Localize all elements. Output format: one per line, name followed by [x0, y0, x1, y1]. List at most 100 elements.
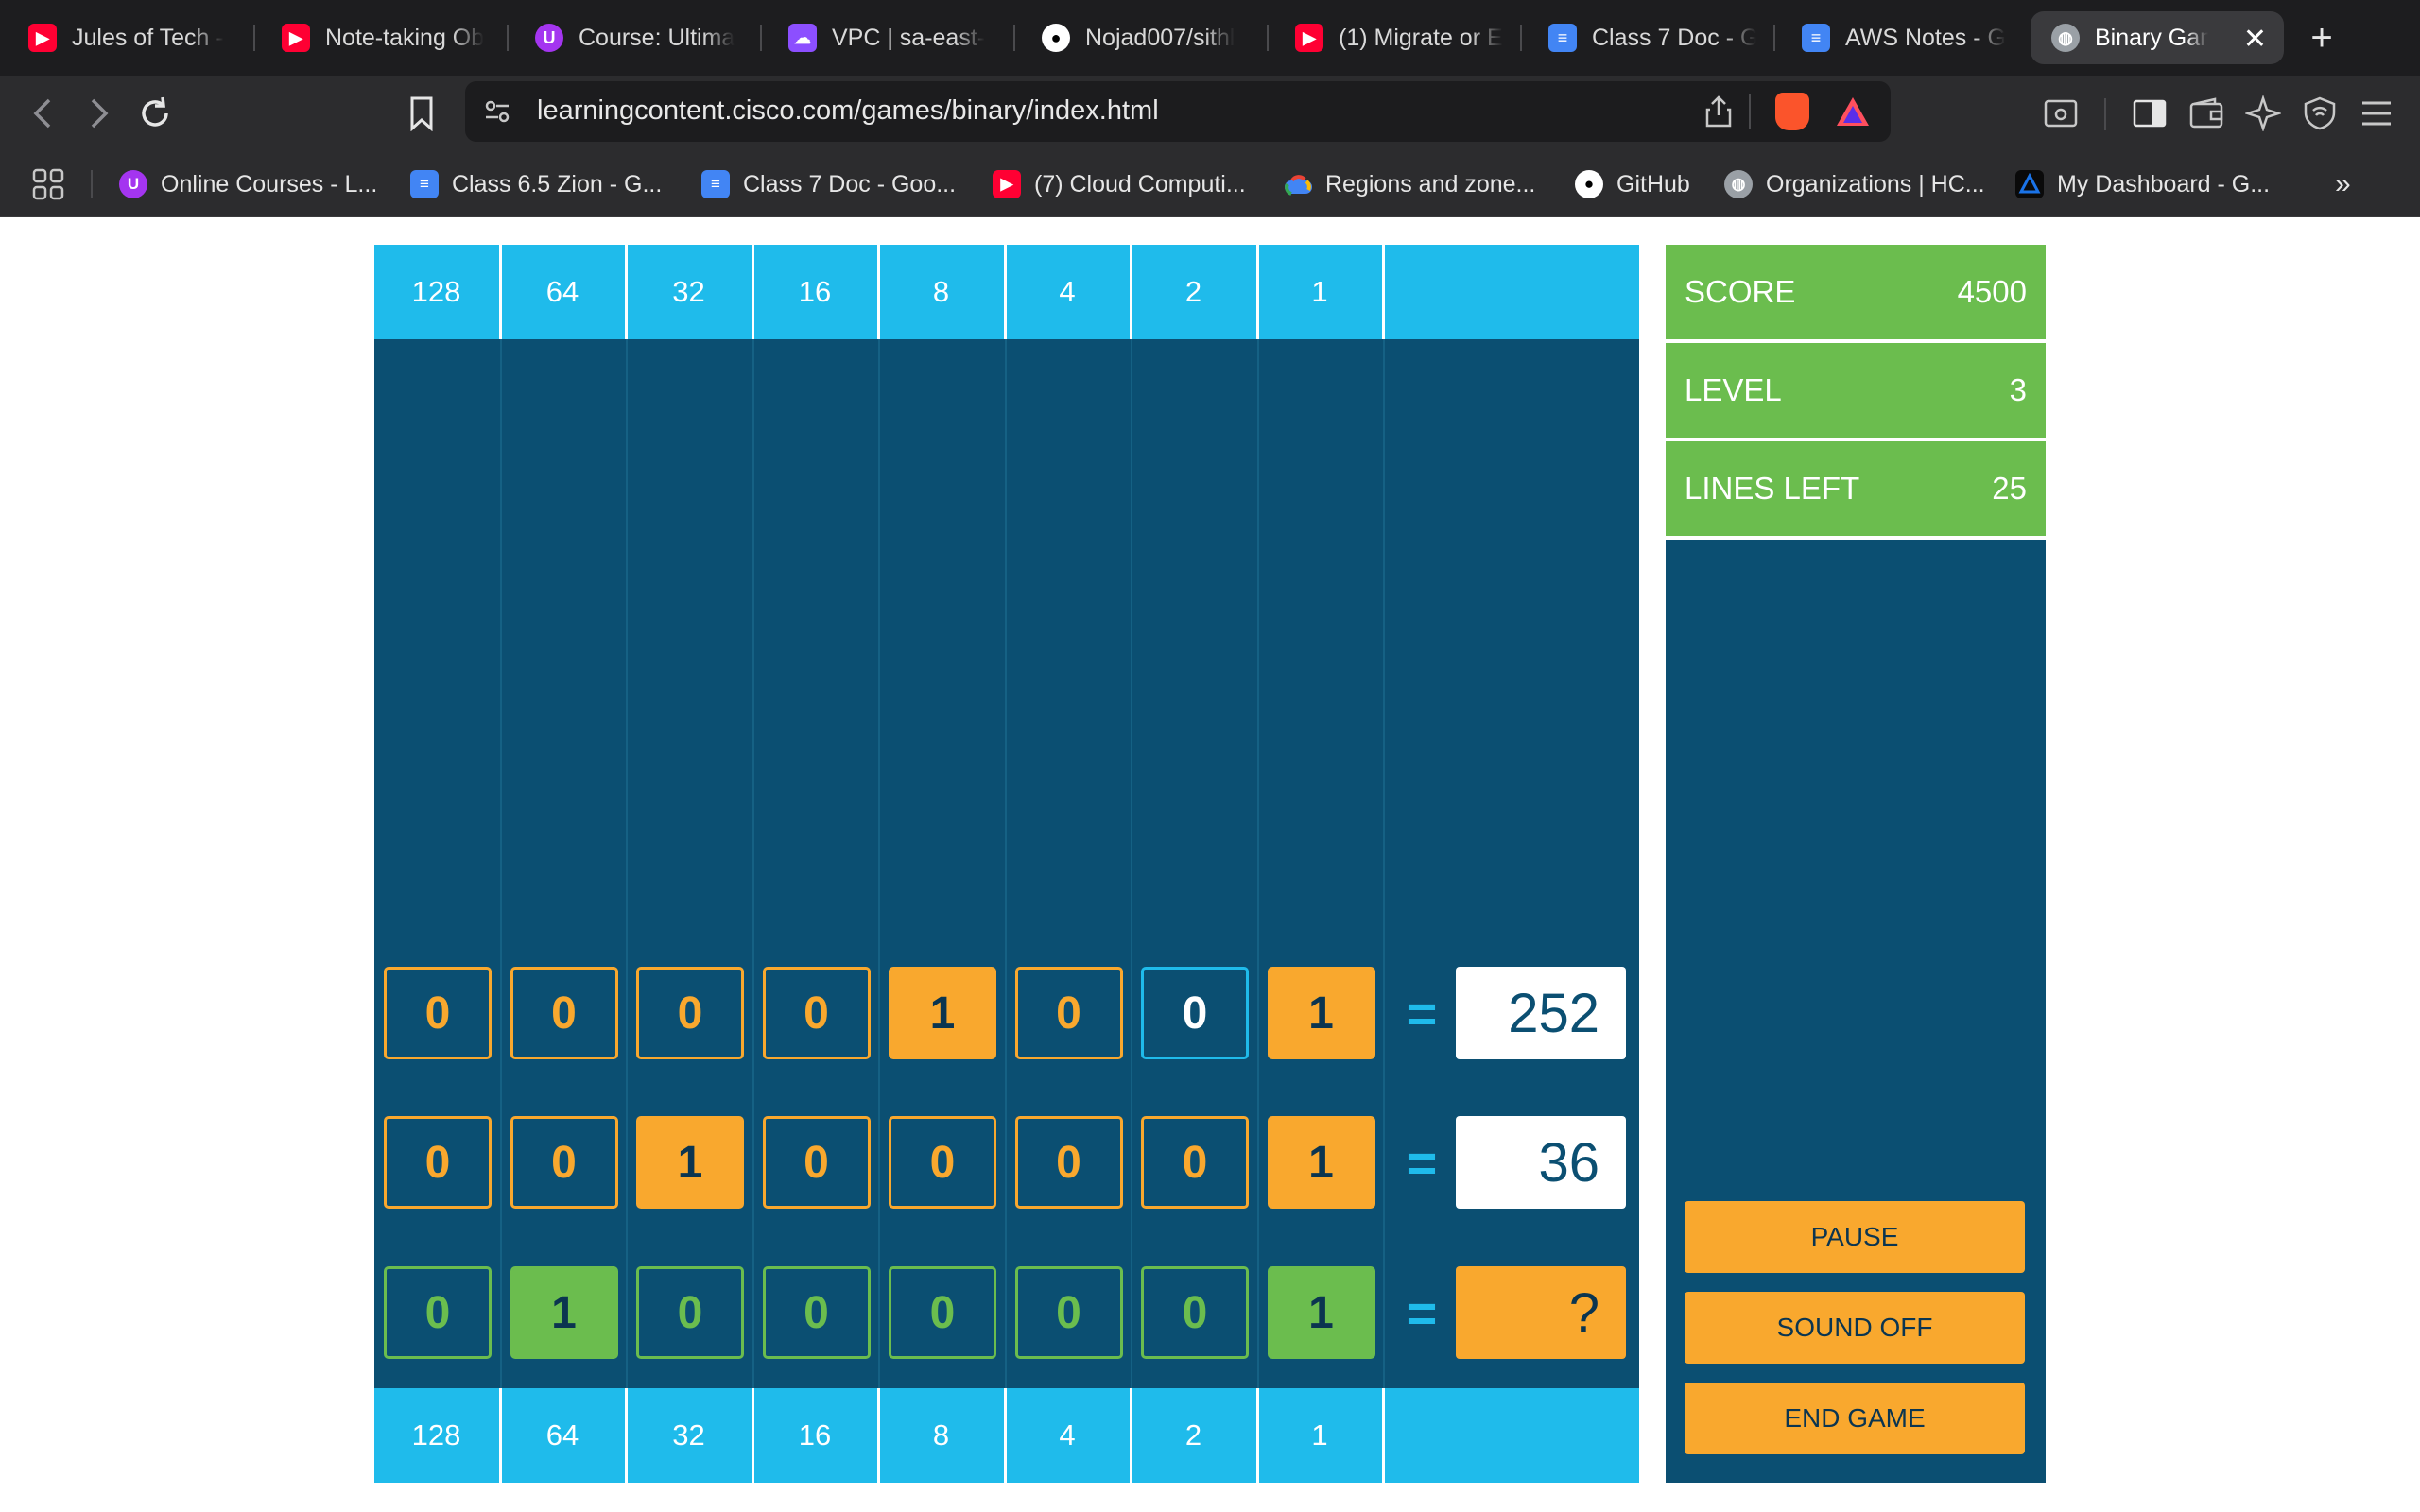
- bit-toggle-row3-128[interactable]: 0: [384, 1266, 492, 1359]
- decimal-answer-input[interactable]: ?: [1456, 1266, 1626, 1359]
- apps-grid-icon[interactable]: [32, 167, 64, 201]
- bit-toggle-row1-64[interactable]: 0: [510, 967, 618, 1059]
- column-divider: [752, 339, 754, 1388]
- wallet-icon[interactable]: [2184, 91, 2229, 136]
- leo-ai-icon[interactable]: [2240, 91, 2286, 136]
- column-divider: [1004, 339, 1007, 1388]
- equals-sign: =: [1406, 1282, 1438, 1343]
- tab-7[interactable]: ≡ AWS Notes - G: [1802, 11, 2010, 64]
- address-bar[interactable]: learningcontent.cisco.com/games/binary/i…: [465, 81, 1891, 142]
- bookmark-label: (7) Cloud Computi...: [1034, 170, 1246, 198]
- tab-label: (1) Migrate or E: [1339, 24, 1503, 51]
- bookmark-icon[interactable]: [399, 91, 444, 136]
- tab-0[interactable]: ▶ Jules of Tech -: [28, 11, 236, 64]
- bit-toggle-row1-2[interactable]: 0: [1141, 967, 1249, 1059]
- tab-active[interactable]: ◍ Binary Gan ✕: [2031, 11, 2284, 64]
- url-text: learningcontent.cisco.com/games/binary/i…: [537, 95, 1159, 126]
- tab-2[interactable]: U Course: Ultima: [535, 11, 743, 64]
- score-label: SCORE: [1685, 274, 1796, 309]
- youtube-icon: ▶: [282, 24, 310, 52]
- google-docs-icon: ≡: [1548, 24, 1577, 52]
- tab-6[interactable]: ≡ Class 7 Doc - G: [1548, 11, 1756, 64]
- bit-toggle-row2-2[interactable]: 0: [1141, 1116, 1249, 1209]
- tab-3[interactable]: ☁ VPC | sa-east-: [788, 11, 996, 64]
- bookmark-1[interactable]: ≡ Class 6.5 Zion - G...: [410, 167, 662, 201]
- bit-toggle-row3-16[interactable]: 0: [762, 1266, 871, 1359]
- decimal-value: 36: [1456, 1116, 1626, 1209]
- bit-toggle-row3-64[interactable]: 1: [510, 1266, 618, 1359]
- bit-toggle-row3-32[interactable]: 0: [636, 1266, 744, 1359]
- place-value-bottom-1: 1: [1311, 1418, 1328, 1452]
- tab-label: Class 7 Doc - G: [1592, 24, 1756, 51]
- sidebar-icon[interactable]: [2127, 91, 2172, 136]
- new-tab-button[interactable]: +: [2295, 11, 2348, 64]
- bookmark-3[interactable]: ▶ (7) Cloud Computi...: [993, 167, 1246, 201]
- bookmark-4[interactable]: Regions and zone...: [1284, 167, 1535, 201]
- brave-shields-icon[interactable]: [1775, 93, 1809, 130]
- place-value-bottom-4: 4: [1059, 1418, 1076, 1452]
- column-divider: [499, 339, 502, 1388]
- place-value-bottom-64: 64: [545, 1418, 579, 1452]
- reader-mode-icon[interactable]: [2038, 91, 2083, 136]
- bit-toggle-row3-8[interactable]: 0: [889, 1266, 996, 1359]
- bookmark-0[interactable]: U Online Courses - L...: [119, 167, 377, 201]
- bookmark-label: Organizations | HC...: [1766, 170, 1985, 198]
- tab-5[interactable]: ▶ (1) Migrate or E: [1295, 11, 1503, 64]
- brave-rewards-icon[interactable]: [1834, 94, 1872, 133]
- tab-4[interactable]: ● Nojad007/sithl: [1042, 11, 1250, 64]
- level-label: LEVEL: [1685, 372, 1782, 407]
- share-icon[interactable]: [1703, 94, 1734, 133]
- place-value-bottom-32: 32: [672, 1418, 705, 1452]
- place-value-top-2: 2: [1184, 275, 1202, 308]
- bit-toggle-row2-8[interactable]: 0: [889, 1116, 996, 1209]
- pause-button[interactable]: PAUSE: [1685, 1201, 2025, 1273]
- bit-toggle-row2-32[interactable]: 1: [636, 1116, 744, 1209]
- bookmarks-bar: U Online Courses - L... ≡ Class 6.5 Zion…: [0, 151, 2420, 217]
- site-settings-icon[interactable]: [482, 96, 512, 131]
- bit-toggle-row3-2[interactable]: 0: [1141, 1266, 1249, 1359]
- bookmark-5[interactable]: ● GitHub: [1575, 167, 1690, 201]
- aws-vpc-icon: ☁: [788, 24, 817, 52]
- back-icon[interactable]: [21, 91, 66, 136]
- reload-icon[interactable]: [132, 91, 178, 136]
- sound-toggle-button[interactable]: SOUND OFF: [1685, 1292, 2025, 1364]
- bookmark-7[interactable]: My Dashboard - G...: [2015, 167, 2270, 201]
- bit-toggle-row2-16[interactable]: 0: [762, 1116, 871, 1209]
- close-icon[interactable]: ✕: [2243, 23, 2267, 56]
- globe-icon: ◍: [1724, 170, 1753, 198]
- bookmark-6[interactable]: ◍ Organizations | HC...: [1724, 167, 1985, 201]
- decimal-value: 252: [1456, 967, 1626, 1059]
- equals-sign: =: [1406, 1132, 1438, 1193]
- bit-toggle-row1-4[interactable]: 0: [1014, 967, 1123, 1059]
- place-value-bottom-2: 2: [1184, 1418, 1202, 1452]
- bookmark-2[interactable]: ≡ Class 7 Doc - Goo...: [701, 167, 956, 201]
- bit-toggle-row2-4[interactable]: 0: [1014, 1116, 1123, 1209]
- vpn-shield-icon[interactable]: [2297, 91, 2342, 136]
- column-divider: [626, 339, 628, 1388]
- place-value-top-64: 64: [545, 275, 579, 308]
- bit-toggle-row1-1[interactable]: 1: [1267, 967, 1375, 1059]
- bookmark-label: Regions and zone...: [1325, 170, 1536, 198]
- bit-toggle-row2-128[interactable]: 0: [384, 1116, 492, 1209]
- github-icon: ●: [1042, 24, 1070, 52]
- bit-toggle-row3-4[interactable]: 0: [1014, 1266, 1123, 1359]
- bookmark-label: GitHub: [1616, 170, 1690, 198]
- tab-1[interactable]: ▶ Note-taking Ob: [282, 11, 490, 64]
- bit-toggle-row1-16[interactable]: 0: [762, 967, 871, 1059]
- google-docs-icon: ≡: [701, 170, 730, 198]
- menu-icon[interactable]: [2354, 91, 2399, 136]
- more-bookmarks-icon[interactable]: »: [2335, 167, 2351, 201]
- place-value-bottom-16: 16: [798, 1418, 832, 1452]
- bit-toggle-row1-128[interactable]: 0: [384, 967, 492, 1059]
- bit-toggle-row3-1[interactable]: 1: [1267, 1266, 1375, 1359]
- place-value-bottom-128: 128: [411, 1418, 461, 1452]
- column-divider: [1383, 339, 1385, 1388]
- column-divider: [1131, 339, 1132, 1388]
- place-value-top-128: 128: [411, 275, 461, 308]
- bit-toggle-row2-1[interactable]: 1: [1267, 1116, 1375, 1209]
- end-game-button[interactable]: END GAME: [1685, 1383, 2025, 1454]
- bit-toggle-row1-8[interactable]: 1: [889, 967, 996, 1059]
- bit-toggle-row2-64[interactable]: 0: [510, 1116, 618, 1209]
- bit-toggle-row1-32[interactable]: 0: [636, 967, 744, 1059]
- forward-icon[interactable]: [76, 91, 121, 136]
